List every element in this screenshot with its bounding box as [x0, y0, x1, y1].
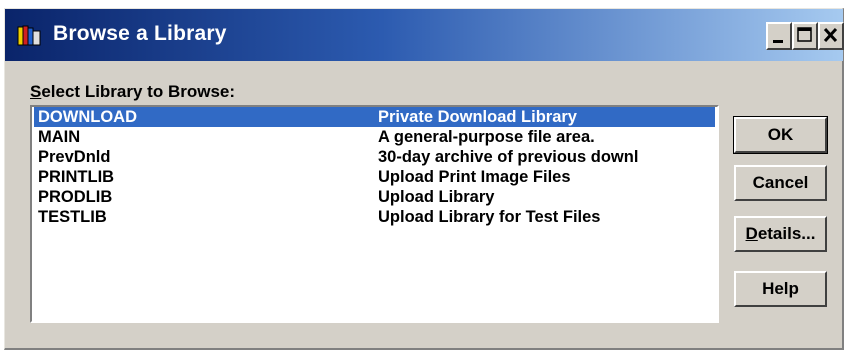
browse-library-dialog: Browse a Library Select Library to Brows… — [4, 8, 844, 350]
library-name: PrevDnld — [38, 148, 111, 166]
library-name: PRODLIB — [38, 188, 113, 206]
details-button[interactable]: Details... — [734, 216, 827, 252]
help-button[interactable]: Help — [734, 271, 827, 307]
library-description: Upload Library for Test Files — [378, 208, 601, 226]
close-icon — [823, 27, 838, 43]
library-name: DOWNLOAD — [38, 108, 137, 126]
library-row[interactable]: DOWNLOAD Private Download Library — [34, 107, 715, 127]
library-description: 30-day archive of previous downl — [378, 148, 639, 166]
prompt-accelerator: S — [30, 82, 42, 101]
minimize-icon — [773, 40, 783, 43]
cancel-button[interactable]: Cancel — [734, 165, 827, 201]
minimize-button[interactable] — [766, 22, 792, 50]
details-accelerator: D — [745, 224, 758, 243]
library-description: Private Download Library — [378, 108, 577, 126]
library-name: MAIN — [38, 128, 81, 146]
title-bar[interactable]: Browse a Library — [5, 9, 844, 61]
library-name: PRINTLIB — [38, 168, 115, 186]
library-row[interactable]: PRINTLIB Upload Print Image Files — [34, 167, 715, 187]
maximize-icon — [797, 27, 812, 42]
window-title: Browse a Library — [53, 22, 227, 45]
prompt-text: elect Library to Browse: — [41, 82, 236, 101]
library-row[interactable]: PrevDnld 30-day archive of previous down… — [34, 147, 715, 167]
library-description: A general-purpose file area. — [378, 128, 595, 146]
library-row[interactable]: TESTLIB Upload Library for Test Files — [34, 207, 715, 227]
details-label: etails... — [757, 224, 816, 243]
list-prompt-label: Select Library to Browse: — [30, 82, 235, 102]
ok-button[interactable]: OK — [733, 116, 828, 154]
close-button[interactable] — [818, 22, 844, 50]
library-row[interactable]: MAIN A general-purpose file area. — [34, 127, 715, 147]
library-app-icon — [17, 25, 41, 47]
library-description: Upload Print Image Files — [378, 168, 571, 186]
library-listbox[interactable]: DOWNLOAD Private Download Library MAIN A… — [30, 105, 719, 323]
maximize-button[interactable] — [792, 22, 818, 50]
library-description: Upload Library — [378, 188, 495, 206]
library-name: TESTLIB — [38, 208, 107, 226]
library-row[interactable]: PRODLIB Upload Library — [34, 187, 715, 207]
